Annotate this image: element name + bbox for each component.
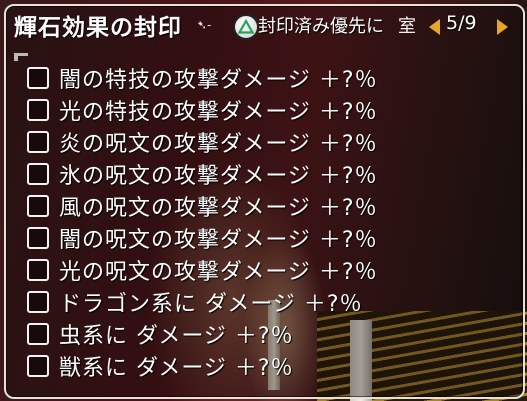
list-item[interactable]: 氷の呪文の攻撃ダメージ ＋?％ [27,158,378,190]
effect-label: 光の呪文の攻撃ダメージ ＋?％ [59,260,378,285]
seal-checkbox[interactable] [27,227,49,249]
seal-checkbox[interactable] [27,355,49,377]
list-item[interactable]: 光の呪文の攻撃ダメージ ＋?％ [27,254,378,286]
seal-checkbox[interactable] [27,291,49,313]
arrow-left-icon[interactable] [429,19,440,35]
decorative-swirl-icon: ➷‐ [197,18,212,32]
list-item[interactable]: 光の特技の攻撃ダメージ ＋?％ [27,94,378,126]
effect-label: 闇の呪文の攻撃ダメージ ＋?％ [59,228,378,253]
sealed-priority-button[interactable]: 封印済み優先に [258,12,384,38]
effect-label: 氷の呪文の攻撃ダメージ ＋?％ [59,164,378,189]
list-item[interactable]: 獣系に ダメージ ＋?％ [27,350,378,382]
seal-checkbox[interactable] [27,99,49,121]
effect-label: 獣系に ダメージ ＋?％ [59,356,294,381]
sort-option-truncated: 室 [398,16,416,37]
effect-label: 光の特技の攻撃ダメージ ＋?％ [59,100,378,125]
playstation-triangle-icon[interactable] [233,14,259,40]
seal-checkbox[interactable] [27,195,49,217]
seal-checkbox[interactable] [27,163,49,185]
list-item[interactable]: 闇の呪文の攻撃ダメージ ＋?％ [27,222,378,254]
list-item[interactable]: 闇の特技の攻撃ダメージ ＋?％ [27,62,378,94]
seal-checkbox[interactable] [27,323,49,345]
effect-label: 炎の呪文の攻撃ダメージ ＋?％ [59,132,378,157]
list-item[interactable]: 虫系に ダメージ ＋?％ [27,318,378,350]
list-item[interactable]: 風の呪文の攻撃ダメージ ＋?％ [27,190,378,222]
page-indicator: 5/9 [446,12,477,34]
window-title: 輝石効果の封印 [14,15,182,41]
effect-list: 闇の特技の攻撃ダメージ ＋?％ 光の特技の攻撃ダメージ ＋?％ 炎の呪文の攻撃ダ… [27,62,378,382]
seal-checkbox[interactable] [27,131,49,153]
effect-label: 闇の特技の攻撃ダメージ ＋?％ [59,68,378,93]
scroll-corner-icon [14,53,28,61]
seal-checkbox[interactable] [27,67,49,89]
effect-label: 風の呪文の攻撃ダメージ ＋?％ [59,196,378,221]
list-item[interactable]: ドラゴン系に ダメージ ＋?％ [27,286,378,318]
seal-checkbox[interactable] [27,259,49,281]
arrow-right-icon[interactable] [497,19,508,35]
effect-label: ドラゴン系に ダメージ ＋?％ [59,292,363,317]
effect-label: 虫系に ダメージ ＋?％ [59,324,294,349]
list-item[interactable]: 炎の呪文の攻撃ダメージ ＋?％ [27,126,378,158]
